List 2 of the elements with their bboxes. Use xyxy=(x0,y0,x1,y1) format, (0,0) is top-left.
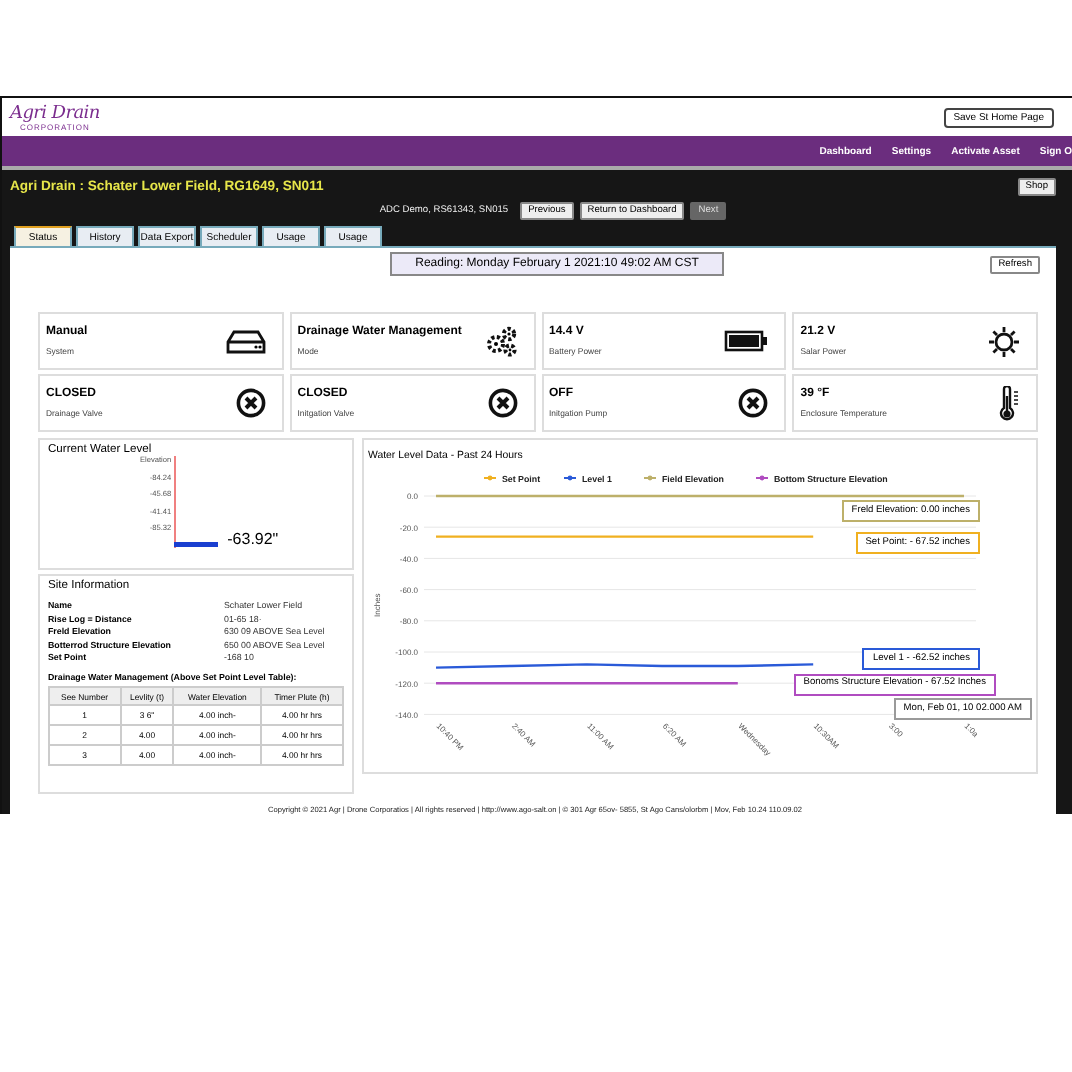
level-reading: -63.92" xyxy=(227,530,279,548)
logo-name: Agri Drain xyxy=(10,103,100,123)
